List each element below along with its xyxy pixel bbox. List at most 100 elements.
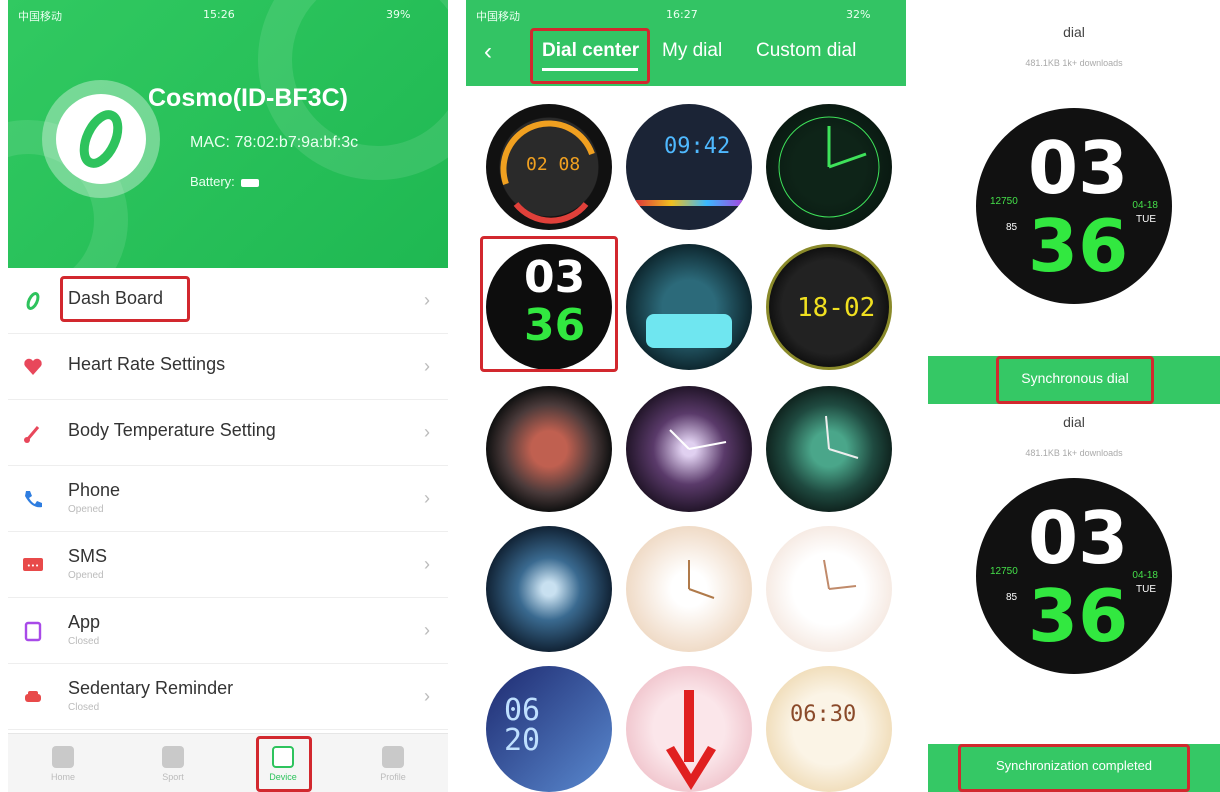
preview-heart-rate: 85 bbox=[1006, 222, 1018, 233]
watch-face-10[interactable] bbox=[486, 526, 612, 652]
watch-face-5[interactable] bbox=[626, 244, 752, 370]
sync-panel: dial 481.1KB 1k+ downloads 03 36 12750 8… bbox=[928, 0, 1220, 792]
face-bar bbox=[636, 200, 742, 206]
highlight-device-tab bbox=[256, 736, 312, 792]
dial-info: 481.1KB 1k+ downloads bbox=[1025, 58, 1123, 68]
status-bar: 中国移动 15:26 39% bbox=[8, 0, 448, 28]
arrow-down-icon bbox=[666, 690, 716, 790]
shoe-icon bbox=[162, 746, 184, 768]
tab-sport[interactable]: Sport bbox=[118, 734, 228, 792]
preview-steps: 12750 bbox=[990, 196, 1018, 207]
band-icon bbox=[26, 292, 40, 310]
watch-face-2[interactable]: 09:42 bbox=[626, 104, 752, 230]
back-button[interactable]: ‹ bbox=[484, 38, 492, 66]
chevron-right-icon: › bbox=[424, 356, 430, 376]
bottom-tab-bar: Home Sport Device Profile bbox=[8, 733, 448, 792]
preview-heart-rate: 85 bbox=[1006, 592, 1018, 603]
menu-item-phone[interactable]: Phone Opened › bbox=[8, 466, 448, 532]
menu-item-status: Opened bbox=[68, 504, 104, 515]
menu-item-label: Heart Rate Settings bbox=[68, 354, 226, 374]
watch-face-15[interactable]: 06:30 bbox=[766, 666, 892, 792]
dial-title: dial bbox=[1063, 414, 1085, 430]
dial-header: 中国移动 16:27 32% ‹ Dial center My dial Cus… bbox=[466, 0, 906, 86]
sms-icon: ••• bbox=[23, 558, 43, 571]
preview-minute: 36 bbox=[1028, 574, 1129, 658]
watch-face-art bbox=[823, 559, 857, 590]
status-time: 15:26 bbox=[203, 8, 235, 21]
watch-face-art bbox=[669, 429, 727, 450]
device-header: 中国移动 15:26 39% Cosmo(ID-BF3C) MAC: 78:02… bbox=[8, 0, 448, 320]
watch-face-8[interactable] bbox=[626, 386, 752, 512]
avatar-bg bbox=[56, 94, 146, 184]
tab-profile[interactable]: Profile bbox=[338, 734, 448, 792]
battery-icon bbox=[240, 178, 259, 187]
chevron-right-icon: › bbox=[424, 422, 430, 442]
dial-preview: 03 36 12750 85 04-18 TUE bbox=[976, 108, 1172, 304]
watch-face-art bbox=[825, 415, 859, 459]
face-time: 18-02 bbox=[797, 293, 876, 323]
thermometer-icon bbox=[24, 426, 40, 443]
watch-face-3[interactable] bbox=[766, 104, 892, 230]
battery-label: Battery: bbox=[190, 174, 235, 189]
menu-item-label: Sedentary Reminder bbox=[68, 678, 234, 698]
tab-label: Home bbox=[50, 772, 75, 782]
chevron-right-icon: › bbox=[424, 554, 430, 574]
phone-icon bbox=[25, 491, 42, 508]
preview-day: TUE bbox=[1136, 214, 1156, 225]
tab-my-dial[interactable]: My dial bbox=[662, 40, 722, 62]
tab-custom-dial[interactable]: Custom dial bbox=[756, 40, 856, 62]
synchronous-dial-button[interactable]: Synchronous dial bbox=[996, 356, 1154, 404]
settings-menu: Dash Board › Heart Rate Settings › Body … bbox=[8, 268, 448, 730]
watch-face-11[interactable] bbox=[626, 526, 752, 652]
face-time: 06 20 bbox=[504, 693, 541, 758]
watch-face-1[interactable]: 02 08 bbox=[486, 104, 612, 230]
watch-face-13[interactable]: 06 20 bbox=[486, 666, 612, 792]
device-battery: Battery: bbox=[190, 174, 259, 189]
status-carrier: 中国移动 bbox=[18, 10, 62, 23]
device-avatar bbox=[42, 80, 160, 198]
menu-item-label: SMS bbox=[68, 546, 108, 566]
device-panel: 中国移动 15:26 39% Cosmo(ID-BF3C) MAC: 78:02… bbox=[8, 0, 448, 792]
synchronization-completed-button[interactable]: Synchronization completed bbox=[958, 744, 1190, 792]
dial-preview: 03 36 12750 85 04-18 TUE bbox=[976, 478, 1172, 674]
dial-info: 481.1KB 1k+ downloads bbox=[1025, 448, 1123, 458]
chevron-right-icon: › bbox=[424, 488, 430, 508]
watch-face-art bbox=[688, 560, 715, 599]
menu-item-sedentary[interactable]: Sedentary Reminder Closed › bbox=[8, 664, 448, 730]
dial-center-panel: 中国移动 16:27 32% ‹ Dial center My dial Cus… bbox=[466, 0, 906, 792]
device-mac: MAC: 78:02:b7:9a:bf:3c bbox=[190, 134, 359, 151]
chevron-right-icon: › bbox=[424, 290, 430, 310]
watch-face-6[interactable]: 18-02 bbox=[766, 244, 892, 370]
preview-date: 04-18 bbox=[1132, 200, 1158, 211]
app-icon bbox=[24, 621, 42, 642]
band-icon bbox=[79, 110, 123, 168]
seat-icon bbox=[25, 691, 41, 702]
tab-label: Profile bbox=[380, 772, 406, 782]
tab-label: Sport bbox=[162, 772, 184, 782]
status-carrier: 中国移动 bbox=[476, 10, 520, 23]
preview-minute: 36 bbox=[1028, 204, 1129, 288]
menu-item-label: Body Temperature Setting bbox=[68, 420, 276, 440]
preview-day: TUE bbox=[1136, 584, 1156, 595]
menu-item-body-temperature[interactable]: Body Temperature Setting › bbox=[8, 400, 448, 466]
menu-item-app[interactable]: App Closed › bbox=[8, 598, 448, 664]
watch-face-12[interactable] bbox=[766, 526, 892, 652]
tab-home[interactable]: Home bbox=[8, 734, 118, 792]
menu-item-sms[interactable]: ••• SMS Opened › bbox=[8, 532, 448, 598]
highlight-dial-center bbox=[530, 28, 650, 84]
watch-face-9[interactable] bbox=[766, 386, 892, 512]
face-time: 09:42 bbox=[664, 134, 731, 159]
svg-text:•••: ••• bbox=[27, 562, 39, 570]
home-icon bbox=[52, 746, 74, 768]
menu-item-status: Closed bbox=[68, 702, 100, 713]
face-time: 06:30 bbox=[790, 702, 857, 727]
preview-hour: 03 bbox=[1028, 496, 1129, 580]
face-panel bbox=[646, 314, 732, 348]
menu-item-heart-rate[interactable]: Heart Rate Settings › bbox=[8, 334, 448, 400]
device-name: Cosmo(ID-BF3C) bbox=[148, 84, 348, 112]
menu-item-status: Closed bbox=[68, 636, 100, 647]
dial-title: dial bbox=[1063, 24, 1085, 40]
watch-face-7[interactable] bbox=[486, 386, 612, 512]
heart-icon bbox=[24, 358, 42, 375]
preview-hour: 03 bbox=[1028, 126, 1129, 210]
